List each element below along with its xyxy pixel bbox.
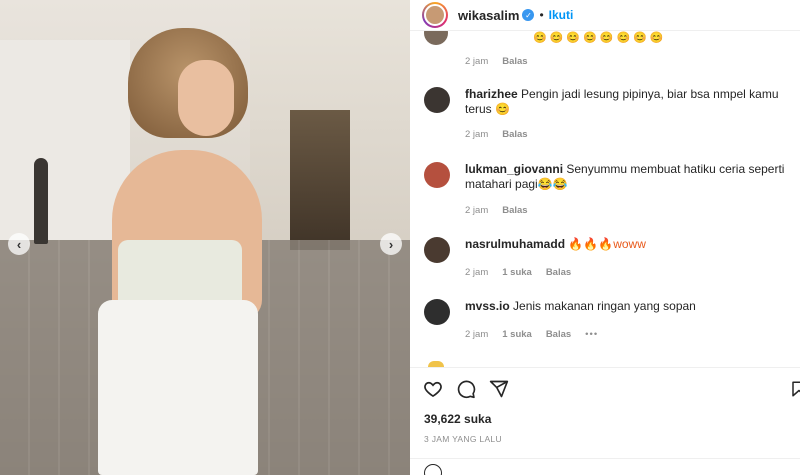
background-person <box>34 158 48 244</box>
comment-time: 2 jam <box>465 205 489 216</box>
verified-icon: ✓ <box>522 9 535 21</box>
comment-text: 🔥🔥🔥woww <box>568 237 646 251</box>
subject-face <box>178 60 234 136</box>
commenter-username[interactable]: lukman_giovanni <box>465 162 563 176</box>
comment-box-divider <box>410 458 800 459</box>
reply-button[interactable]: Balas <box>502 129 527 140</box>
share-icon[interactable] <box>488 378 510 400</box>
commenter-username[interactable]: mvss.io <box>465 299 510 313</box>
subject-shorts <box>98 300 258 475</box>
comment-body: nasrulmuhamadd 🔥🔥🔥woww <box>465 237 785 252</box>
like-count[interactable]: 39,622 suka <box>424 412 491 426</box>
partial-comment-emojis: 😊😊😊😊😊😊😊😊 <box>533 32 667 44</box>
commenter-avatar[interactable] <box>424 299 450 325</box>
comment-time: 2 jam <box>465 56 489 67</box>
comment-body: lukman_giovanni Senyummu membuat hatiku … <box>465 162 785 192</box>
bookmark-icon[interactable] <box>788 378 800 400</box>
comment-body: mvss.io Jenis makanan ringan yang sopan <box>465 299 785 314</box>
reply-button[interactable]: Balas <box>546 329 571 340</box>
post-image[interactable]: ‹ › <box>0 0 410 475</box>
post-side-panel: wikasalim ✓ • Ikuti 😊😊😊😊😊😊😊😊 2 jam Balas… <box>410 0 800 475</box>
comment-text: Jenis makanan ringan yang sopan <box>513 299 696 313</box>
background-wall <box>0 40 130 240</box>
comment-time: 2 jam <box>465 129 489 140</box>
emoji-icon[interactable] <box>424 464 442 475</box>
commenter-username[interactable]: fharizhee <box>465 87 518 101</box>
carousel-next-button[interactable]: › <box>380 233 402 255</box>
commenter-avatar[interactable] <box>424 162 450 188</box>
background-doorway <box>290 110 350 250</box>
more-options-icon[interactable]: ••• <box>585 329 598 340</box>
carousel-prev-button[interactable]: ‹ <box>8 233 30 255</box>
comment-time: 2 jam <box>465 329 489 340</box>
commenter-avatar[interactable] <box>424 237 450 263</box>
comment-icon[interactable] <box>455 378 477 400</box>
comment-body: fharizhee Pengin jadi lesung pipinya, bi… <box>465 87 785 117</box>
post-header: wikasalim ✓ • Ikuti <box>410 0 800 30</box>
partial-comment-avatar[interactable] <box>424 31 448 45</box>
comment-like-count[interactable]: 1 suka <box>502 329 532 340</box>
author-avatar[interactable] <box>422 2 448 28</box>
actions-divider <box>410 367 800 368</box>
comment-time: 2 jam <box>465 267 489 278</box>
post-timestamp[interactable]: 3 JAM YANG LALU <box>424 434 502 444</box>
commenter-avatar[interactable] <box>424 87 450 113</box>
header-separator: • <box>539 8 544 22</box>
reply-button[interactable]: Balas <box>502 56 527 67</box>
heart-icon[interactable] <box>422 378 444 400</box>
commenter-username[interactable]: nasrulmuhamadd <box>465 237 565 251</box>
post-actions-bar <box>422 378 800 400</box>
author-username[interactable]: wikasalim <box>458 8 519 23</box>
reply-button[interactable]: Balas <box>546 267 571 278</box>
reply-button[interactable]: Balas <box>502 205 527 216</box>
follow-button[interactable]: Ikuti <box>549 8 574 22</box>
comment-like-count[interactable]: 1 suka <box>502 267 532 278</box>
